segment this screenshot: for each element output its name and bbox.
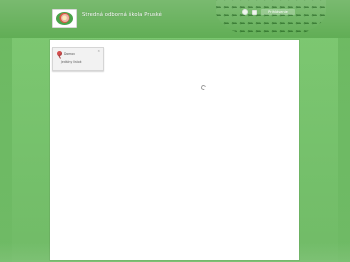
navigation-item-menu[interactable]: Jedálny lístok xyxy=(61,60,82,64)
navigation-popup-header: Domov xyxy=(57,51,75,56)
close-icon[interactable]: × xyxy=(97,49,100,53)
home-icon[interactable] xyxy=(242,9,248,15)
flag-icon[interactable] xyxy=(252,9,257,15)
right-edge-shadow xyxy=(338,0,350,262)
header-pattern xyxy=(216,0,326,38)
navigation-popup-title[interactable]: Domov xyxy=(64,52,75,56)
login-button[interactable]: Prihlásenie xyxy=(261,9,295,15)
left-edge-shadow xyxy=(0,0,12,262)
navigation-popup: Domov × Jedálny lístok xyxy=(52,47,104,71)
loading-icon xyxy=(200,84,207,91)
site-title: Stredná odborná škola Pruské xyxy=(82,12,162,18)
site-header: Stredná odborná škola Pruské Prihlásenie xyxy=(0,0,350,38)
main-content-panel: Domov × Jedálny lístok xyxy=(50,40,299,260)
pin-icon xyxy=(57,51,62,56)
logo-highlight xyxy=(61,14,69,22)
school-logo xyxy=(52,9,77,28)
header-tools: Prihlásenie xyxy=(242,9,295,15)
